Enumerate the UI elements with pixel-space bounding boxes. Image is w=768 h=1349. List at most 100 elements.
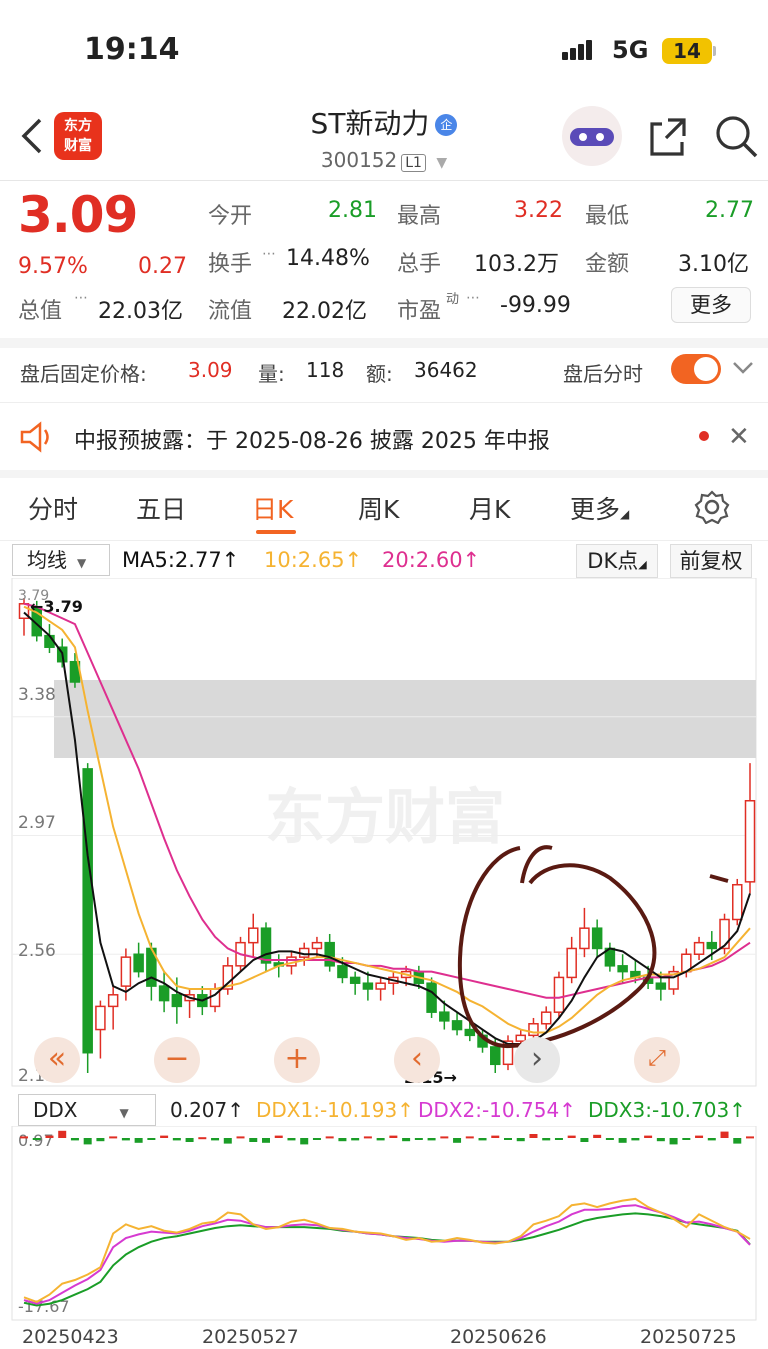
- ddx-bar: [491, 1135, 500, 1138]
- tab-daily-k[interactable]: 日K: [252, 490, 293, 526]
- more-button[interactable]: 更多: [671, 287, 751, 323]
- high-mark: ←3.79: [30, 597, 83, 616]
- candle-body: [311, 941, 323, 950]
- fullscreen-icon[interactable]: ⤢: [634, 1037, 680, 1083]
- battery-icon: 14: [662, 38, 712, 64]
- section-gap: [0, 470, 768, 478]
- ddx-bar: [172, 1138, 181, 1141]
- ddx-bar: [274, 1135, 283, 1138]
- divider: [0, 540, 768, 541]
- low-value: 2.77: [705, 198, 754, 223]
- ddx-bar: [363, 1136, 372, 1139]
- mktcap-label: 总值: [18, 299, 63, 324]
- share-icon[interactable]: [646, 114, 690, 162]
- fast-back-button[interactable]: «: [34, 1037, 80, 1083]
- candle-body: [732, 883, 743, 921]
- date-label: 20250725: [640, 1326, 737, 1348]
- candle-body: [540, 1011, 552, 1025]
- candle-body: [337, 965, 348, 979]
- tab-weekly-k[interactable]: 周K: [358, 490, 399, 526]
- adjust-button[interactable]: 前复权: [670, 544, 752, 578]
- kline-chart[interactable]: 东方财富 3.79 3.38 2.97 2.56 2.15 ←3.79 2.15…: [0, 578, 768, 1090]
- notice-text[interactable]: 中报预披露：于 2025-08-26 披露 2025 年中报: [74, 423, 550, 455]
- ddx-bar: [669, 1138, 678, 1145]
- tab-monthly-k[interactable]: 月K: [469, 490, 510, 526]
- ddx-bar: [516, 1138, 525, 1142]
- after-hours-label: 盘后固定价格:: [20, 362, 147, 386]
- zoom-out-button[interactable]: −: [154, 1037, 200, 1083]
- candle-body: [744, 799, 756, 883]
- candle-body: [82, 768, 93, 1054]
- candle-body: [362, 982, 374, 990]
- ddx-bar: [631, 1138, 640, 1141]
- ddx-select[interactable]: DDX ▼: [18, 1094, 156, 1126]
- ddx-bar: [223, 1138, 232, 1144]
- candle-body: [260, 927, 272, 964]
- ddx-bar: [70, 1138, 79, 1141]
- settings-icon[interactable]: [694, 490, 730, 528]
- volume-label: 总手: [397, 252, 442, 277]
- info-dots-icon[interactable]: ⋯: [262, 246, 276, 262]
- unread-dot: [699, 431, 709, 441]
- candle-body: [617, 965, 628, 973]
- ddx-select-label: DDX: [33, 1098, 78, 1122]
- signal-icon: [562, 40, 594, 60]
- next-button[interactable]: ›: [514, 1037, 560, 1083]
- search-icon[interactable]: [714, 114, 758, 162]
- change-pct: 9.57%: [18, 254, 88, 279]
- ddx-bar: [618, 1138, 627, 1143]
- active-tab-indicator: [256, 530, 296, 534]
- info-dots-icon[interactable]: ⋯: [74, 290, 88, 306]
- level-badge: L1: [401, 154, 426, 172]
- turnover-value: 14.48%: [286, 246, 370, 271]
- status-time: 19:14: [84, 32, 180, 67]
- close-icon[interactable]: ✕: [728, 422, 750, 452]
- ddx-label: 0.207↑: [170, 1098, 245, 1122]
- y-tick: 2.97: [18, 813, 56, 833]
- enterprise-badge: 企: [435, 114, 458, 136]
- amount-value: 3.10亿: [678, 252, 749, 277]
- after-hours-toggle[interactable]: [671, 354, 721, 384]
- stock-name: ST新动力: [310, 107, 430, 140]
- ddx-bar: [733, 1138, 742, 1144]
- ddx-chart[interactable]: 0.97 -17.67: [0, 1126, 768, 1326]
- ma5-label: MA5:2.77↑: [122, 548, 240, 572]
- tab-intraday[interactable]: 分时: [28, 490, 78, 526]
- date-label: 20250626: [450, 1326, 547, 1348]
- ddx-bar: [504, 1138, 512, 1140]
- tab-more-label: 更多: [570, 495, 621, 524]
- resistance-zone: [54, 680, 756, 758]
- after-hours-vol: 118: [306, 358, 345, 382]
- candle-body: [375, 982, 386, 990]
- candle-body: [324, 941, 335, 967]
- tab-more[interactable]: 更多◢: [570, 490, 629, 526]
- chevron-down-icon[interactable]: [732, 360, 754, 380]
- volume-value: 103.2万: [474, 252, 559, 277]
- ddx-bar: [389, 1135, 398, 1138]
- ddx-bar: [351, 1138, 360, 1141]
- candle-body: [95, 1005, 106, 1031]
- info-dots-icon[interactable]: ⋯: [466, 290, 480, 306]
- prev-button[interactable]: ‹: [394, 1037, 440, 1083]
- zoom-in-button[interactable]: +: [274, 1037, 320, 1083]
- ddx-bar: [427, 1138, 436, 1141]
- ddx-bar: [198, 1137, 207, 1140]
- ddx-bar: [96, 1138, 105, 1142]
- y-tick: 3.38: [18, 685, 56, 705]
- after-hours-price: 3.09: [188, 358, 233, 382]
- ddx-bar: [465, 1136, 474, 1139]
- candle-body: [591, 927, 603, 950]
- ddx-bar: [325, 1136, 334, 1139]
- ma-select[interactable]: 均线 ▼: [12, 544, 110, 576]
- after-hours-intraday-label: 盘后分时: [563, 362, 643, 386]
- candle-body: [248, 927, 259, 944]
- ddx-bar: [707, 1138, 716, 1141]
- ddx-bar: [45, 1135, 54, 1138]
- assistant-avatar-icon[interactable]: [562, 106, 622, 166]
- tab-five-day[interactable]: 五日: [136, 490, 186, 526]
- date-label: 20250423: [22, 1326, 119, 1348]
- ddx-bar: [121, 1138, 130, 1141]
- candle-body: [566, 947, 577, 979]
- dk-point-button[interactable]: DK点◢: [576, 544, 658, 578]
- ddx-bar: [682, 1138, 691, 1140]
